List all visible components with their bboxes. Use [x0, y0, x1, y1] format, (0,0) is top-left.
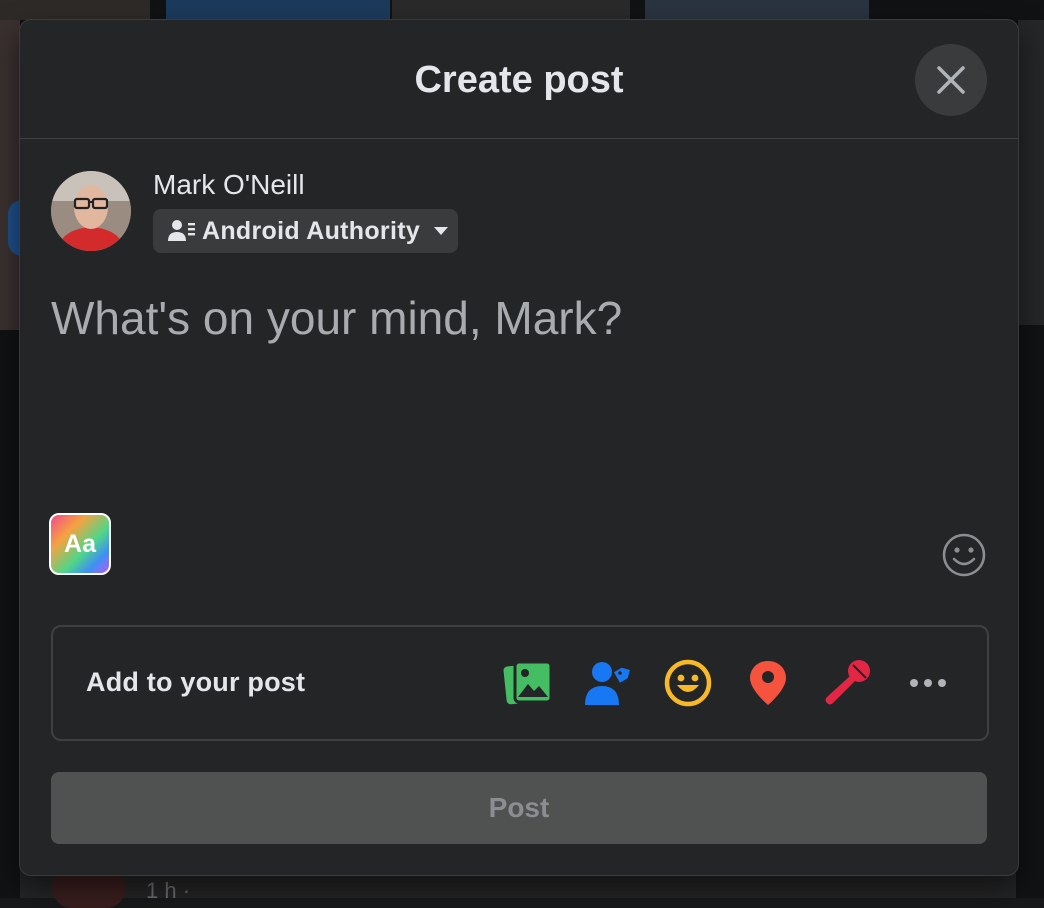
add-to-post-label: Add to your post — [86, 667, 306, 697]
live-audio-icon — [825, 660, 870, 705]
audience-group-icon — [168, 217, 196, 245]
photo-video-icon — [503, 660, 553, 705]
background-thumbnail — [645, 0, 869, 20]
more-options-button[interactable] — [902, 657, 954, 709]
audience-selector-button[interactable]: Android Authority — [153, 209, 458, 253]
post-text-input[interactable] — [51, 290, 971, 510]
check-in-button[interactable] — [742, 657, 794, 709]
feeling-activity-icon — [664, 659, 712, 707]
dialog-header: Create post — [20, 20, 1018, 139]
create-post-dialog: Create post Mark O'Neill Android Authori… — [19, 19, 1019, 876]
user-name[interactable]: Mark O'Neill — [153, 169, 305, 201]
dialog-title: Create post — [414, 59, 624, 101]
background-thumbnail — [0, 0, 150, 20]
tag-people-button[interactable] — [582, 657, 634, 709]
audience-label: Android Authority — [202, 216, 421, 245]
post-button[interactable]: Post — [51, 772, 987, 844]
avatar[interactable] — [51, 171, 131, 251]
close-icon — [937, 66, 965, 94]
emoji-picker-button[interactable] — [941, 532, 987, 578]
background-color-picker-button[interactable]: Aa — [49, 513, 111, 575]
background-panel — [1018, 20, 1044, 325]
close-button[interactable] — [915, 44, 987, 116]
avatar-image — [51, 171, 131, 251]
background-timestamp: 1 h · — [146, 878, 191, 903]
more-options-icon — [910, 679, 946, 687]
live-audio-button[interactable] — [822, 657, 874, 709]
tag-people-icon — [585, 662, 630, 705]
photo-video-button[interactable] — [502, 657, 554, 709]
background-thumbnail — [166, 0, 390, 20]
smiley-outline-icon — [942, 533, 986, 577]
background-picker-label: Aa — [64, 529, 96, 558]
background-panel — [0, 20, 20, 330]
background-thumbnail — [392, 0, 630, 20]
feeling-activity-button[interactable] — [662, 657, 714, 709]
add-to-post-bar: Add to your post — [51, 625, 989, 741]
caret-down-icon — [433, 225, 449, 237]
check-in-icon — [750, 661, 786, 705]
